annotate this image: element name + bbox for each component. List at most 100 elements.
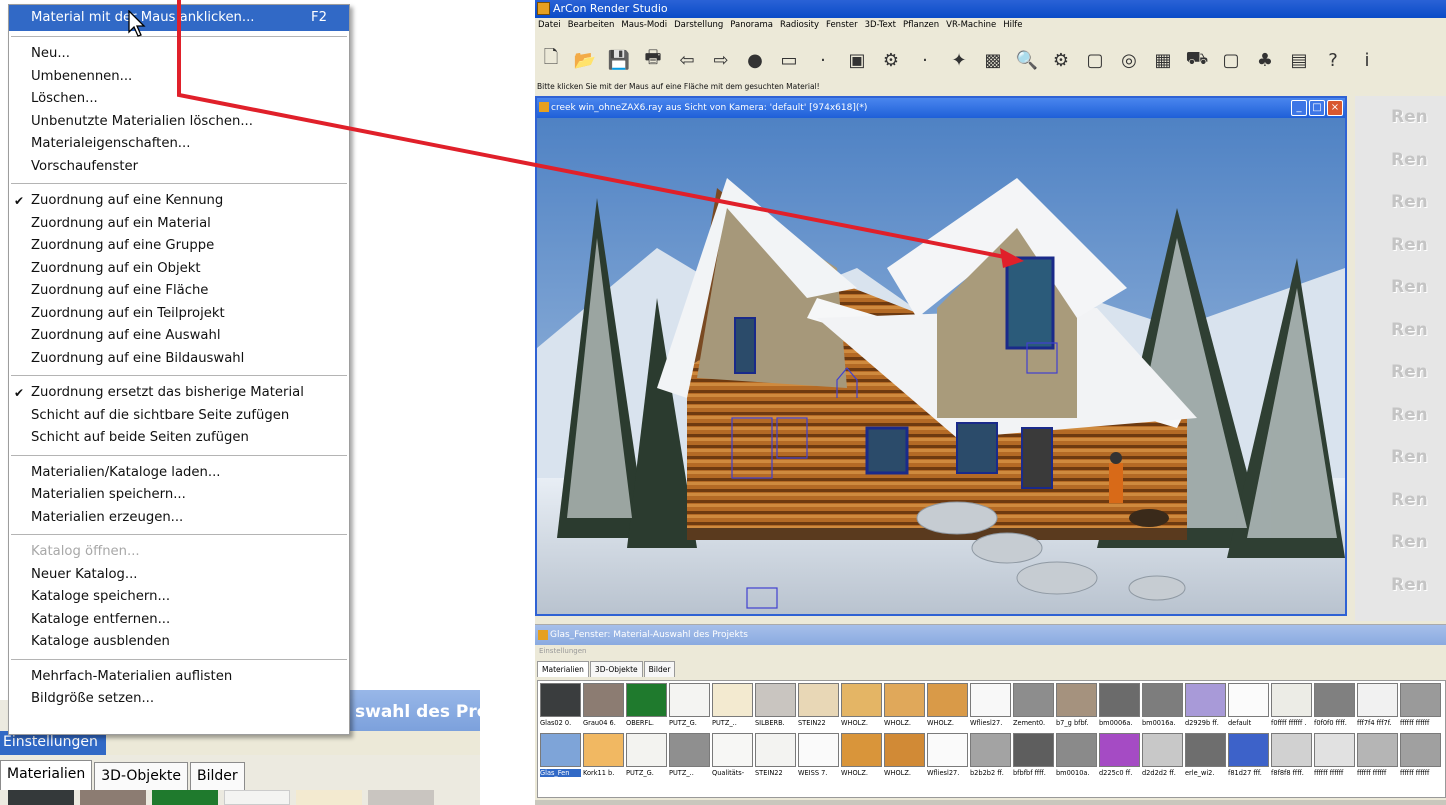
- zoom-swatch[interactable]: [8, 790, 74, 805]
- info-icon[interactable]: i: [1354, 47, 1380, 73]
- camera-icon[interactable]: ⚙: [878, 47, 904, 73]
- render-list-item[interactable]: Ren: [1355, 351, 1446, 394]
- material-swatch[interactable]: [970, 733, 1011, 767]
- menu-item[interactable]: Schicht auf die sichtbare Seite zufügen: [9, 405, 349, 428]
- app-menu-item[interactable]: Radiosity: [780, 20, 819, 34]
- tab-3d-objekte[interactable]: 3D-Objekte: [94, 762, 189, 790]
- menu-item[interactable]: Zuordnung auf ein Material: [9, 213, 349, 236]
- menu-item[interactable]: Löschen...: [9, 88, 349, 111]
- material-swatch[interactable]: [1056, 733, 1097, 767]
- app-menu-item[interactable]: Fenster: [826, 20, 858, 34]
- material-swatch[interactable]: [1314, 683, 1355, 717]
- open-icon[interactable]: 📂: [572, 47, 598, 73]
- material-swatch[interactable]: [884, 733, 925, 767]
- dot-icon[interactable]: ·: [810, 47, 836, 73]
- material-swatch[interactable]: [1314, 733, 1355, 767]
- tree-icon[interactable]: ♣: [1252, 47, 1278, 73]
- arrow-left-icon[interactable]: ⇦: [674, 47, 700, 73]
- car-icon[interactable]: ⛟: [1184, 47, 1210, 73]
- material-swatch[interactable]: [755, 733, 796, 767]
- help-icon[interactable]: ?: [1320, 47, 1346, 73]
- zoom-swatch[interactable]: [224, 790, 290, 805]
- menu-item[interactable]: ✔ Zuordnung ersetzt das bisherige Materia…: [9, 382, 349, 405]
- menu-item[interactable]: Zuordnung auf ein Objekt: [9, 258, 349, 281]
- render-list-item[interactable]: Ren: [1355, 564, 1446, 607]
- menu-item[interactable]: Kataloge ausblenden: [9, 631, 349, 654]
- app-menu-item[interactable]: Bearbeiten: [568, 20, 615, 34]
- print-icon[interactable]: 🖶: [640, 47, 666, 73]
- material-swatch[interactable]: [583, 733, 624, 767]
- material-swatch[interactable]: [1185, 683, 1226, 717]
- zoom-swatch[interactable]: [368, 790, 434, 805]
- menu-item[interactable]: Materialien erzeugen...: [9, 507, 349, 530]
- menu-item[interactable]: Materialien speichern...: [9, 484, 349, 507]
- camera2-icon[interactable]: ⚙: [1048, 47, 1074, 73]
- material-swatch[interactable]: [1142, 733, 1183, 767]
- material-window-scrollbar[interactable]: [535, 800, 1446, 805]
- render-list-item[interactable]: Ren: [1355, 224, 1446, 267]
- zoom-swatch[interactable]: [152, 790, 218, 805]
- menu-item[interactable]: Bildgröße setzen...: [9, 688, 349, 711]
- material-swatch[interactable]: [1271, 733, 1312, 767]
- menu-item[interactable]: Zuordnung auf eine Auswahl: [9, 325, 349, 348]
- material-swatch[interactable]: [1228, 683, 1269, 717]
- app-menu-item[interactable]: Hilfe: [1003, 20, 1022, 34]
- menu-item[interactable]: ✔ Zuordnung auf eine Kennung: [9, 190, 349, 213]
- save-icon[interactable]: 💾: [606, 47, 632, 73]
- menu-item[interactable]: Materialien/Kataloge laden...: [9, 462, 349, 485]
- material-swatch[interactable]: [626, 683, 667, 717]
- menu-item[interactable]: Zuordnung auf eine Fläche: [9, 280, 349, 303]
- magnifier-icon[interactable]: 🔍: [1014, 47, 1040, 73]
- app-menu-item[interactable]: Panorama: [730, 20, 773, 34]
- material-swatch[interactable]: [1357, 733, 1398, 767]
- material-swatch[interactable]: [1013, 683, 1054, 717]
- render-list-item[interactable]: Ren: [1355, 96, 1446, 139]
- menu-item[interactable]: Zuordnung auf eine Gruppe: [9, 235, 349, 258]
- menu-item[interactable]: Zuordnung auf ein Teilprojekt: [9, 303, 349, 326]
- tab-bilder[interactable]: Bilder: [190, 762, 245, 790]
- material-swatch[interactable]: [1185, 733, 1226, 767]
- material-swatch[interactable]: [1142, 683, 1183, 717]
- material-swatch[interactable]: [1228, 733, 1269, 767]
- tab-bilder-small[interactable]: Bilder: [643, 661, 676, 677]
- globe-icon[interactable]: ◎: [1116, 47, 1142, 73]
- material-swatch[interactable]: [798, 683, 839, 717]
- material-swatch[interactable]: [927, 683, 968, 717]
- menu-item[interactable]: Kataloge entfernen...: [9, 609, 349, 632]
- render-list-item[interactable]: Ren: [1355, 521, 1446, 564]
- calculator-icon[interactable]: ▦: [1150, 47, 1176, 73]
- frame-icon[interactable]: ▢: [1082, 47, 1108, 73]
- zoom-swatch[interactable]: [296, 790, 362, 805]
- material-swatch[interactable]: [1357, 683, 1398, 717]
- book-icon[interactable]: ▤: [1286, 47, 1312, 73]
- menu-item[interactable]: Material mit der Maus anklicken... F2: [9, 5, 349, 31]
- material-swatch[interactable]: [583, 683, 624, 717]
- material-swatch[interactable]: [755, 683, 796, 717]
- app-menu-item[interactable]: Darstellung: [674, 20, 723, 34]
- material-swatch[interactable]: [540, 683, 581, 717]
- material-swatch[interactable]: [798, 733, 839, 767]
- tab-materialien-small[interactable]: Materialien: [537, 661, 589, 677]
- menu-item[interactable]: Umbenennen...: [9, 66, 349, 89]
- material-swatch[interactable]: [712, 733, 753, 767]
- monitor-icon[interactable]: ▢: [1218, 47, 1244, 73]
- material-swatch[interactable]: [1013, 733, 1054, 767]
- material-swatch[interactable]: [1056, 683, 1097, 717]
- menu-item[interactable]: Vorschaufenster: [9, 156, 349, 179]
- material-swatch[interactable]: [669, 683, 710, 717]
- image-icon[interactable]: ▣: [844, 47, 870, 73]
- material-swatch[interactable]: [927, 733, 968, 767]
- menu-item[interactable]: Zuordnung auf eine Bildauswahl: [9, 348, 349, 371]
- menu-item[interactable]: Kataloge speichern...: [9, 586, 349, 609]
- material-swatch[interactable]: [626, 733, 667, 767]
- material-swatch[interactable]: [1400, 733, 1441, 767]
- tab-3d-objekte-small[interactable]: 3D-Objekte: [589, 661, 643, 677]
- render-list-item[interactable]: Ren: [1355, 394, 1446, 437]
- material-swatch[interactable]: [540, 733, 581, 767]
- material-swatch[interactable]: [669, 733, 710, 767]
- menu-item[interactable]: Unbenutzte Materialien löschen...: [9, 111, 349, 134]
- menu-item[interactable]: Materialeigenschaften...: [9, 133, 349, 156]
- material-swatch[interactable]: [970, 683, 1011, 717]
- dot-icon[interactable]: ·: [912, 47, 938, 73]
- app-menu-item[interactable]: Maus-Modi: [621, 20, 667, 34]
